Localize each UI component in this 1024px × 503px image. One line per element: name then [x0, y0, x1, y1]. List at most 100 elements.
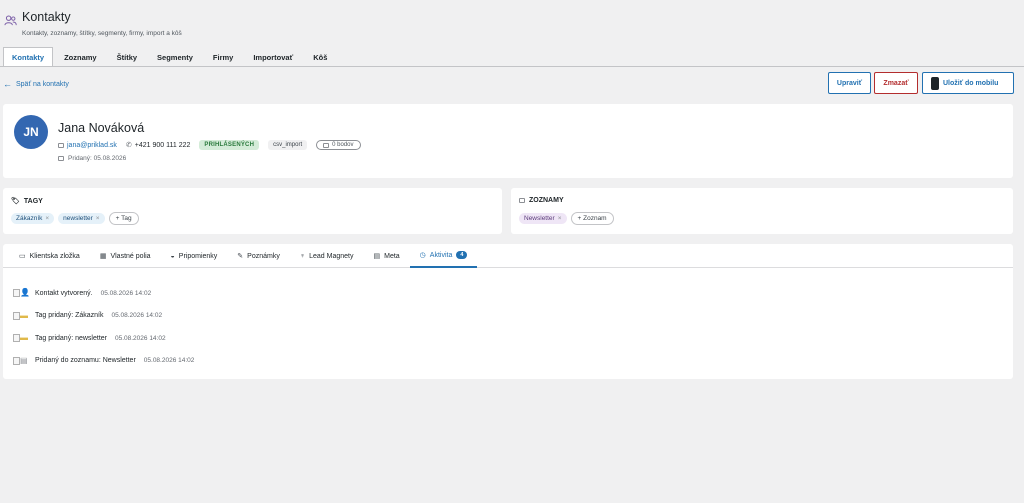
- calendar-icon: [58, 156, 64, 161]
- lists-card-title: ZOZNAMY: [529, 197, 564, 204]
- lists-card-header: ZOZNAMY: [519, 197, 564, 204]
- tab-label: Pripomienky: [178, 252, 218, 260]
- activity-list: 👤 Kontakt vytvorený. 05.08.2026 14:02 ▬ …: [13, 282, 194, 372]
- tab-label: Lead Magnety: [309, 252, 354, 260]
- tab-zoznamy[interactable]: Zoznamy: [55, 47, 106, 67]
- page-header: Kontakty Kontakty, zoznamy, štítky, segm…: [0, 0, 1024, 46]
- pencil-icon: ✎: [237, 253, 244, 260]
- page-subtitle: Kontakty, zoznamy, štítky, segmenty, fir…: [22, 30, 182, 37]
- tab-pripomienky[interactable]: ◒ Pripomienky: [161, 244, 228, 268]
- tags-card-header: 🏷 TAGY: [11, 197, 43, 206]
- edit-button[interactable]: Upraviť: [828, 72, 871, 94]
- contact-phone: ✆ +421 900 111 222: [125, 141, 191, 150]
- tab-kos[interactable]: Kôš: [304, 47, 336, 67]
- phone-icon: ✆: [125, 142, 132, 149]
- activity-text: Tag pridaný: newsletter: [35, 334, 107, 342]
- tag-chip-label: Zákazník: [16, 215, 43, 222]
- contact-name: Jana Nováková: [58, 121, 145, 135]
- contact-email[interactable]: jana@priklad.sk: [58, 142, 117, 149]
- folder-icon: ▭: [19, 253, 26, 260]
- arrow-left-icon: ←: [3, 79, 12, 89]
- activity-text: Kontakt vytvorený.: [35, 289, 93, 297]
- list-icon: ▤: [13, 356, 30, 366]
- tab-segmenty[interactable]: Segmenty: [148, 47, 202, 67]
- lists-card: ZOZNAMY Newsletter × + Zoznam: [511, 188, 1013, 234]
- activity-card: ▭ Klientska zložka ▦ Vlastné polia ◒ Pri…: [3, 244, 1013, 379]
- tab-lead-magnety[interactable]: ♆ Lead Magnety: [290, 244, 364, 268]
- remove-list-icon[interactable]: ×: [558, 215, 562, 222]
- contact-card: JN Jana Nováková jana@priklad.sk ✆ +421 …: [3, 104, 1013, 178]
- list-chip-label: Newsletter: [524, 215, 555, 222]
- delete-button[interactable]: Zmazať: [874, 72, 918, 94]
- remove-tag-icon[interactable]: ×: [45, 215, 49, 222]
- tag-icon: 🏷: [11, 198, 20, 205]
- tab-firmy[interactable]: Firmy: [204, 47, 242, 67]
- tab-meta[interactable]: ▤ Meta: [363, 244, 409, 268]
- tag-chip-label: newsletter: [63, 215, 93, 222]
- save-to-mobile-label: Uložiť do mobilu: [943, 79, 999, 87]
- points-text: 0 bodov: [332, 142, 354, 148]
- contact-email-text: jana@priklad.sk: [67, 141, 117, 149]
- contact-phone-text: +421 900 111 222: [134, 141, 191, 149]
- back-link-label: Späť na kontakty: [16, 80, 69, 88]
- save-to-mobile-button[interactable]: Uložiť do mobilu: [922, 72, 1014, 94]
- contact-meta: jana@priklad.sk ✆ +421 900 111 222 PRIHL…: [58, 140, 361, 150]
- tab-kontakty[interactable]: Kontakty: [3, 47, 54, 67]
- list-icon: [519, 198, 525, 203]
- tab-vlastne-polia[interactable]: ▦ Vlastné polia: [90, 244, 161, 268]
- people-icon: [4, 15, 17, 26]
- points-badge: 0 bodov: [316, 140, 361, 150]
- tab-klientska-zlozka[interactable]: ▭ Klientska zložka: [9, 244, 90, 268]
- activity-time: 05.08.2026 14:02: [111, 312, 163, 320]
- activity-text: Tag pridaný: Zákazník: [35, 312, 104, 320]
- main-tabs: Kontakty Zoznamy Štítky Segmenty Firmy I…: [3, 47, 338, 67]
- list-item: ▬ Tag pridaný: Zákazník 05.08.2026 14:02: [13, 305, 194, 328]
- tab-label: Klientska zložka: [29, 252, 80, 260]
- trophy-icon: ♆: [299, 252, 306, 260]
- list-chip: Newsletter ×: [519, 213, 567, 224]
- source-badge: csv_import: [268, 140, 308, 150]
- remove-tag-icon[interactable]: ×: [96, 215, 100, 222]
- tag-icon: ▬: [13, 333, 30, 343]
- tab-aktivita[interactable]: ◷ Aktivita 4: [409, 244, 478, 268]
- tab-label: Poznámky: [247, 252, 280, 260]
- tab-importovat[interactable]: Importovať: [244, 47, 302, 67]
- tag-icon: ▬: [13, 311, 30, 321]
- activity-time: 05.08.2026 14:02: [100, 289, 152, 297]
- tab-label: Meta: [384, 252, 400, 260]
- fields-icon: ▦: [99, 253, 107, 260]
- envelope-icon: [58, 142, 64, 148]
- status-badge: PRIHLÁSENÝCH: [199, 140, 260, 150]
- list-chips: Newsletter × + Zoznam: [519, 212, 614, 225]
- list-item: ▤ Pridaný do zoznamu: Newsletter 05.08.2…: [13, 350, 194, 373]
- tags-card: 🏷 TAGY Zákazník × newsletter × + Tag: [3, 188, 502, 234]
- activity-count-badge: 4: [456, 251, 468, 259]
- clock-icon: ◷: [419, 252, 426, 259]
- tab-poznamky[interactable]: ✎ Poznámky: [227, 244, 290, 268]
- back-link[interactable]: ← Späť na kontakty: [3, 79, 69, 89]
- tab-label: Aktivita: [429, 251, 453, 259]
- tag-chip: newsletter ×: [58, 213, 105, 224]
- activity-time: 05.08.2026 14:02: [114, 334, 166, 342]
- add-tag-button[interactable]: + Tag: [108, 212, 139, 225]
- bell-icon: ◒: [170, 252, 175, 260]
- tags-card-title: TAGY: [23, 197, 43, 205]
- activity-text: Pridaný do zoznamu: Newsletter: [35, 357, 136, 365]
- mobile-phone-icon: [931, 76, 939, 90]
- add-list-button[interactable]: + Zoznam: [570, 212, 614, 225]
- activity-time: 05.08.2026 14:02: [143, 357, 195, 365]
- tag-chips: Zákazník × newsletter × + Tag: [11, 212, 139, 225]
- tag-chip: Zákazník ×: [11, 213, 55, 224]
- avatar: JN: [14, 115, 48, 149]
- detail-tabs: ▭ Klientska zložka ▦ Vlastné polia ◒ Pri…: [3, 244, 1013, 268]
- contact-added: Pridaný: 05.08.2026: [58, 155, 126, 162]
- page-title: Kontakty: [22, 10, 71, 24]
- person-icon: 👤: [13, 288, 30, 298]
- grid-icon: ▤: [373, 253, 381, 260]
- tabs-divider: [0, 66, 1024, 67]
- points-icon: [323, 142, 330, 148]
- list-item: ▬ Tag pridaný: newsletter 05.08.2026 14:…: [13, 327, 194, 350]
- tab-stitky[interactable]: Štítky: [108, 47, 146, 67]
- list-item: 👤 Kontakt vytvorený. 05.08.2026 14:02: [13, 282, 194, 305]
- contact-added-text: Pridaný: 05.08.2026: [68, 155, 127, 162]
